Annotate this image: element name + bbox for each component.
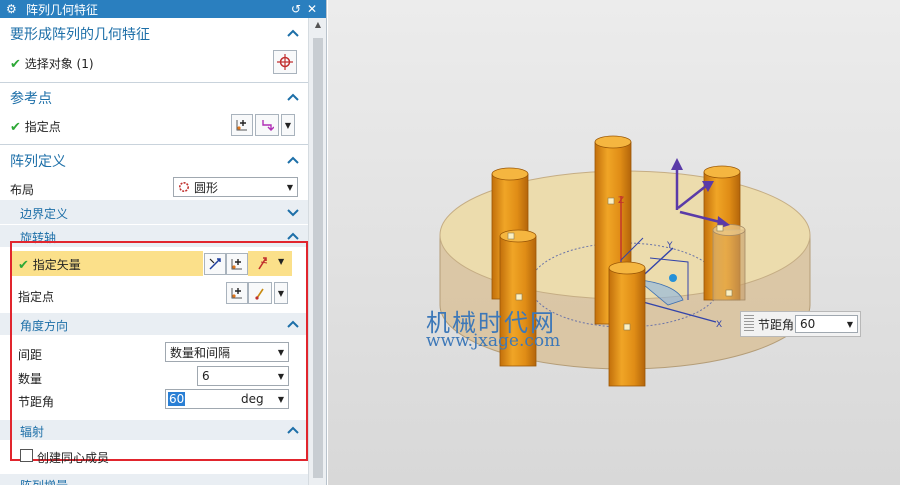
chevron-up-icon[interactable]: [286, 155, 300, 165]
pitch-handle-value: 60: [800, 317, 816, 331]
check-icon: ✔: [10, 57, 21, 72]
circle-layout-icon: [179, 182, 189, 192]
section-title-array-definition[interactable]: 阵列定义: [10, 151, 66, 171]
snap-point-icon[interactable]: [255, 114, 279, 136]
next-section-band: 阵列增量: [0, 474, 308, 485]
crosshair-icon[interactable]: [273, 50, 297, 74]
chevron-down-icon[interactable]: [286, 207, 300, 217]
gear-icon: ⚙: [6, 2, 17, 16]
scrollbar-thumb[interactable]: [313, 38, 323, 478]
close-icon[interactable]: ✕: [304, 2, 320, 16]
dialog-content: 要形成阵列的几何特征 ✔ 选择对象 (1) 参考点 ✔ 指定点 ▼ 阵列定义 布…: [0, 18, 308, 485]
section-title-reference-point[interactable]: 参考点: [10, 88, 52, 108]
pitch-angle-handle[interactable]: 节距角 60 ▼: [740, 311, 861, 337]
chevron-up-icon[interactable]: [286, 231, 300, 241]
dialog-scrollbar[interactable]: ▲: [308, 18, 326, 485]
reset-icon[interactable]: ↺: [288, 2, 304, 16]
array-feature-dialog: ⚙ 阵列几何特征 ↺ ✕ 要形成阵列的几何特征 ✔ 选择对象 (1) 参考点 ✔…: [0, 0, 327, 485]
chevron-down-icon: ▼: [846, 320, 853, 329]
select-object-label: 选择对象 (1): [24, 57, 94, 71]
chevron-up-icon[interactable]: [286, 28, 300, 38]
axis-label-x: X: [716, 320, 722, 330]
subsection-array-increment[interactable]: 阵列增量: [20, 477, 68, 485]
pitch-handle-label: 节距角: [758, 317, 795, 332]
chevron-up-icon[interactable]: [286, 92, 300, 102]
separator: [0, 144, 308, 145]
axis-label-z: Z: [618, 196, 624, 206]
subsection-boundary-definition[interactable]: 边界定义: [20, 205, 68, 222]
specify-point-label: 指定点: [24, 120, 61, 134]
pitch-handle-select[interactable]: 60 ▼: [795, 315, 858, 333]
model-scene: Z Y X: [439, 135, 811, 387]
point-icon[interactable]: [231, 114, 253, 136]
axis-label-y: Y: [666, 241, 673, 251]
graphics-viewport[interactable]: Z Y X 机械时代网 www.jxage.com 节距角 60 ▼: [328, 0, 900, 485]
section-title-geometry[interactable]: 要形成阵列的几何特征: [10, 24, 150, 44]
chevron-down-icon: ▼: [286, 183, 293, 192]
scroll-up-icon[interactable]: ▲: [309, 18, 326, 32]
layout-value: 圆形: [194, 180, 219, 195]
layout-label: 布局: [10, 183, 35, 197]
watermark-url: www.jxage.com: [426, 331, 561, 351]
cylinder-preview: [712, 224, 746, 301]
create-concentric-label: 创建同心成员: [37, 451, 110, 465]
reference-point-row[interactable]: ✔ 指定点: [10, 118, 61, 135]
check-icon: ✔: [10, 120, 21, 135]
create-concentric-checkbox[interactable]: [20, 449, 33, 462]
drag-grip-icon[interactable]: [744, 315, 754, 333]
select-object-row[interactable]: ✔ 选择对象 (1): [10, 55, 94, 72]
chevron-down-icon[interactable]: ▼: [281, 114, 295, 136]
dialog-title: 阵列几何特征: [26, 2, 99, 17]
dialog-titlebar: ⚙ 阵列几何特征 ↺ ✕: [0, 0, 326, 18]
layout-select[interactable]: 圆形 ▼: [173, 177, 298, 197]
separator: [0, 82, 308, 83]
highlight-box: [10, 241, 308, 461]
